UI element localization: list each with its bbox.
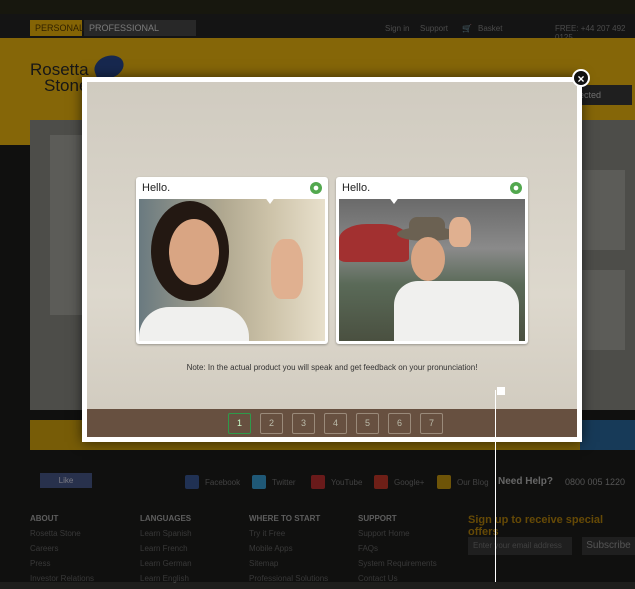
- page-6-button[interactable]: 6: [388, 413, 411, 434]
- cursor-marker: [497, 387, 505, 395]
- page-2-button[interactable]: 2: [260, 413, 283, 434]
- close-icon[interactable]: ×: [572, 69, 590, 87]
- lesson-card-2[interactable]: Hello.: [336, 177, 528, 344]
- page-3-button[interactable]: 3: [292, 413, 315, 434]
- page-4-button[interactable]: 4: [324, 413, 347, 434]
- hand-shape: [449, 217, 471, 247]
- speech-notch: [264, 196, 276, 204]
- face-shape: [411, 237, 445, 281]
- card-greeting: Hello.: [142, 182, 171, 194]
- page-7-button[interactable]: 7: [420, 413, 443, 434]
- lesson-card-1[interactable]: Hello.: [136, 177, 328, 344]
- demo-modal: Hello. Hello. Note: In the actual produc…: [82, 77, 582, 442]
- audio-play-icon[interactable]: [510, 182, 522, 194]
- pronunciation-note: Note: In the actual product you will spe…: [186, 363, 478, 372]
- shirt-shape: [394, 281, 519, 341]
- annotation-line: [495, 390, 496, 582]
- face-shape: [169, 219, 219, 285]
- hat-crown: [409, 217, 445, 233]
- page-1-button[interactable]: 1: [228, 413, 251, 434]
- modal-content: Hello. Hello. Note: In the actual produc…: [87, 82, 577, 437]
- pagination-bar: 1 2 3 4 5 6 7: [87, 409, 577, 437]
- page-5-button[interactable]: 5: [356, 413, 379, 434]
- audio-play-icon[interactable]: [310, 182, 322, 194]
- car-shape: [339, 224, 409, 262]
- shirt-shape: [139, 307, 249, 341]
- speech-notch: [388, 196, 400, 204]
- hand-shape: [271, 239, 303, 299]
- card-greeting: Hello.: [342, 182, 371, 194]
- woman-waving-image: [139, 199, 325, 341]
- man-with-hat-image: [339, 199, 525, 341]
